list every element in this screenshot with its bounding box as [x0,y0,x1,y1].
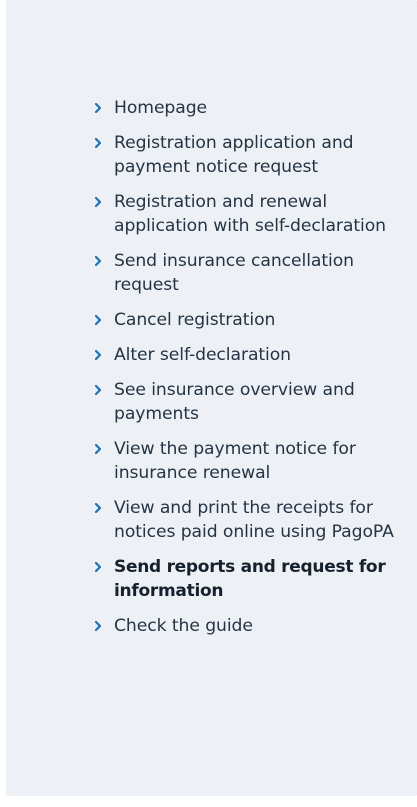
chevron-right-icon [94,314,102,326]
sidebar-item-label: Send reports and request for information [114,557,386,601]
sidebar-item-label: Send insurance cancellation request [114,251,354,295]
chevron-right-icon [94,349,102,361]
sidebar-item-label: Check the guide [114,616,253,636]
chevron-right-icon [94,620,102,632]
chevron-right-icon [94,561,102,573]
sidebar-item-print-receipts[interactable]: View and print the receipts for notices … [86,496,416,544]
sidebar-item-send-reports[interactable]: Send reports and request for information [86,555,416,603]
sidebar-item-cancel-registration[interactable]: Cancel registration [86,308,416,332]
sidebar-item-insurance-overview[interactable]: See insurance overview and payments [86,378,416,426]
sidebar-item-label: See insurance overview and payments [114,380,355,424]
sidebar-item-label: Homepage [114,98,208,118]
sidebar-item-label: Registration application and payment not… [114,133,354,177]
sidebar-item-payment-notice[interactable]: View the payment notice for insurance re… [86,437,416,485]
sidebar-item-label: Cancel registration [114,310,276,330]
chevron-right-icon [94,502,102,514]
sidebar-item-label: Alter self-declaration [114,345,291,365]
chevron-right-icon [94,255,102,267]
chevron-right-icon [94,102,102,114]
sidebar-item-check-guide[interactable]: Check the guide [86,614,416,638]
chevron-right-icon [94,384,102,396]
chevron-right-icon [94,137,102,149]
sidebar-menu: Homepage Registration application and pa… [86,96,416,649]
sidebar-item-label: View and print the receipts for notices … [114,498,394,542]
sidebar-item-label: View the payment notice for insurance re… [114,439,356,483]
sidebar-item-registration-renewal[interactable]: Registration and renewal application wit… [86,190,416,238]
chevron-right-icon [94,443,102,455]
sidebar-item-registration-application[interactable]: Registration application and payment not… [86,131,416,179]
chevron-right-icon [94,196,102,208]
sidebar-item-homepage[interactable]: Homepage [86,96,416,120]
sidebar-item-insurance-cancellation[interactable]: Send insurance cancellation request [86,249,416,297]
sidebar-panel: Homepage Registration application and pa… [6,0,417,796]
sidebar-item-label: Registration and renewal application wit… [114,192,386,236]
sidebar-item-alter-self-declaration[interactable]: Alter self-declaration [86,343,416,367]
